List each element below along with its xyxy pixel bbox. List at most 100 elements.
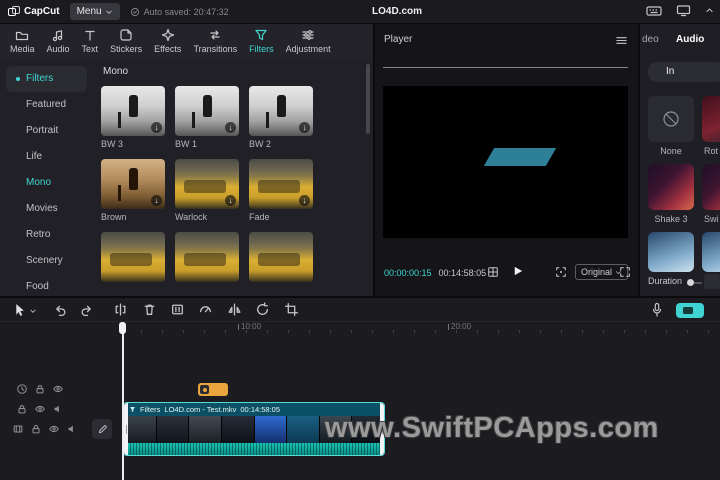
mic-icon[interactable] [650,302,664,318]
player-title: Player [384,34,413,45]
capcut-logo: CapCut [8,5,60,18]
download-icon[interactable]: ↓ [299,195,310,206]
freeze-frame-icon[interactable] [170,302,185,317]
sidebar-item-mono[interactable]: Mono [0,170,93,196]
delete-icon[interactable] [142,302,157,317]
hide-track-icon[interactable] [52,383,64,395]
clock-icon[interactable] [16,383,28,395]
tab-adjustment[interactable]: Adjustment [280,28,337,54]
watermark-text: www.SwiftPCApps.com [325,412,659,444]
display-icon[interactable] [676,4,691,17]
fullscreen-icon[interactable] [619,266,631,278]
tile-label: Shake 3 [654,214,688,224]
logo-text: CapCut [24,6,60,17]
tab-transitions[interactable]: Transitions [187,28,243,54]
playhead-handle[interactable] [119,322,126,334]
crop-icon[interactable] [284,302,299,317]
video-viewport [383,86,628,238]
sidebar-item-scenery[interactable]: Scenery [0,248,93,274]
player-menu-icon[interactable] [615,34,628,47]
filter-card[interactable]: ↓ BW 3 [101,86,165,149]
speed-icon[interactable] [198,302,213,317]
filter-card[interactable]: ↓ Warlock [175,159,239,222]
animation-tile[interactable] [648,232,694,272]
animation-tile-none[interactable] [648,96,694,142]
sticker-clip[interactable] [198,383,228,396]
autosave-text: Auto saved: 20:47:32 [143,6,229,17]
animation-tile[interactable] [702,164,720,210]
tab-media[interactable]: Media [4,28,41,54]
animation-tile-shake3[interactable] [648,164,694,210]
animation-in-segment[interactable]: In [648,62,720,82]
redo-icon[interactable] [80,302,95,317]
sidebar-item-movies[interactable]: Movies [0,196,93,222]
tab-audio-properties[interactable]: Audio [676,34,704,45]
ratio-grid-icon[interactable] [487,266,499,278]
sidebar-item-retro[interactable]: Retro [0,222,93,248]
menu-button[interactable]: Menu [69,3,120,20]
total-timecode: 00:14:58:05 [438,268,487,278]
download-icon[interactable]: ↓ [151,122,162,133]
sidebar-item-filters[interactable]: Filters [6,66,87,92]
record-toggle[interactable] [676,303,704,318]
tab-video-partial[interactable]: deo [642,34,659,45]
animation-tile[interactable] [702,232,720,272]
download-icon[interactable]: ↓ [151,195,162,206]
tab-stickers[interactable]: Stickers [104,28,148,54]
tab-audio[interactable]: Audio [41,28,76,54]
select-tool-chevron-icon[interactable] [29,307,37,315]
duration-value-box[interactable] [704,274,720,289]
tile-label: Swi [704,214,719,224]
tab-text[interactable]: Text [76,28,105,54]
download-icon[interactable]: ↓ [225,195,236,206]
focus-frame-icon[interactable] [555,266,567,278]
download-icon[interactable]: ↓ [299,122,310,133]
hide-track-icon[interactable] [34,403,46,415]
sidebar-item-life[interactable]: Life [0,144,93,170]
rotate-icon[interactable] [255,302,270,317]
pencil-icon [98,424,107,433]
chevron-down-icon [105,10,112,14]
sticker-thumb-icon [200,385,209,394]
undo-icon[interactable] [52,302,67,317]
film-track-icon[interactable] [12,423,24,435]
panel-chevron-icon[interactable] [705,6,714,15]
filter-card[interactable] [249,232,313,282]
mute-track-icon[interactable] [52,403,64,415]
tab-label: Stickers [110,44,143,54]
edit-clip-button[interactable] [92,419,112,439]
mute-track-icon[interactable] [66,423,78,435]
duration-slider-knob[interactable] [687,279,694,286]
hide-track-icon[interactable] [48,423,60,435]
tab-effects[interactable]: Effects [148,28,187,54]
player-timecodes: 00:00:00:15 00:14:58:05 [384,268,486,278]
filter-card[interactable] [175,232,239,282]
tile-label: None [660,146,682,156]
tab-label: Audio [46,44,70,54]
tab-label: Effects [154,44,182,54]
tab-filters[interactable]: Filters [243,28,280,54]
filter-card[interactable]: ↓ BW 2 [249,86,313,149]
clip-trim-handle-left[interactable] [124,403,128,455]
mirror-icon[interactable] [227,302,242,317]
timeline-toolbar [0,298,720,322]
scrollbar-thumb[interactable] [366,64,370,134]
sticker-icon [120,29,132,41]
lock-track-icon[interactable] [30,423,42,435]
sidebar-item-portrait[interactable]: Portrait [0,118,93,144]
play-icon[interactable] [511,264,524,278]
select-pointer-icon[interactable] [12,302,27,317]
playhead-line[interactable] [122,322,124,480]
filter-card[interactable]: ↓ Fade [249,159,313,222]
filter-card[interactable] [101,232,165,282]
filter-card[interactable]: ↓ Brown [101,159,165,222]
lock-track-icon[interactable] [16,403,28,415]
split-icon[interactable] [113,302,128,317]
download-icon[interactable]: ↓ [225,122,236,133]
sidebar-item-featured[interactable]: Featured [0,92,93,118]
lock-track-icon[interactable] [34,383,46,395]
filter-card[interactable]: ↓ BW 1 [175,86,239,149]
keyboard-icon[interactable] [646,4,662,17]
section-title: Mono [103,66,129,77]
animation-tile[interactable] [702,96,720,142]
